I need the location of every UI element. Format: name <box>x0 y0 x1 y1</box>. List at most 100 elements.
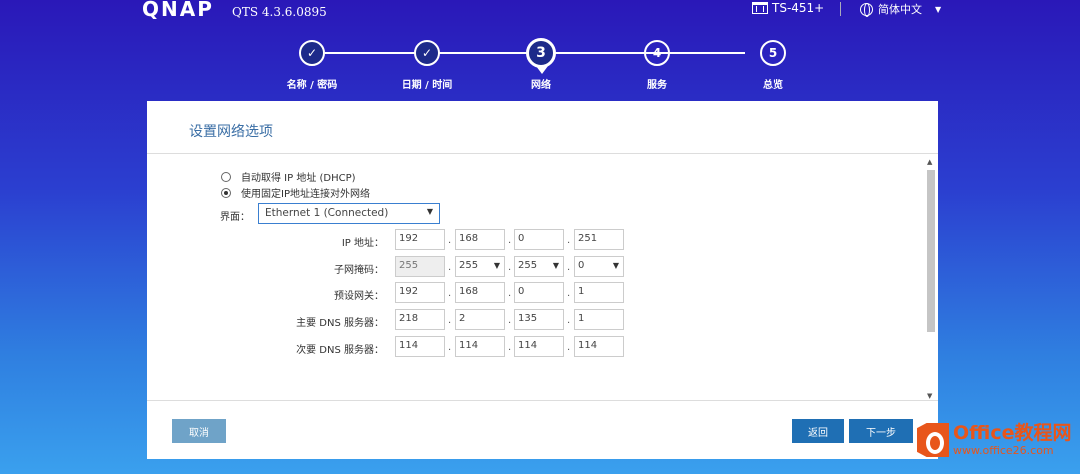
octet-value: 192 <box>399 233 419 244</box>
octet-input[interactable]: 192 <box>395 229 445 250</box>
octet-separator: . <box>567 342 571 353</box>
step-5-indicator: 5 <box>760 40 786 66</box>
octet-input[interactable]: 1 <box>574 282 624 303</box>
octet-input[interactable]: 135 <box>514 309 564 330</box>
octet-input[interactable]: 114 <box>395 336 445 357</box>
field-label-3: 预设网关： <box>334 291 384 302</box>
octet-input[interactable]: 168 <box>455 229 505 250</box>
octet-input[interactable]: 114 <box>455 336 505 357</box>
octet-select[interactable]: 255 ▼ <box>514 256 564 277</box>
interface-select-value: Ethernet 1 (Connected) <box>265 207 389 219</box>
interface-select[interactable]: Ethernet 1 (Connected) ▼ <box>258 203 440 224</box>
watermark: Office教程网 www.office26.com <box>917 423 1072 457</box>
octet-input[interactable]: 168 <box>455 282 505 303</box>
octet-value: 114 <box>578 340 598 351</box>
radio-static-option[interactable]: 使用固定IP地址连接对外网络 <box>221 185 370 200</box>
step-2-label: 日期 / 时间 <box>401 80 453 91</box>
octet-value: 255 <box>518 260 538 271</box>
octet-value: 1 <box>578 286 585 297</box>
octet-separator: . <box>448 235 452 246</box>
octet-separator: . <box>508 262 512 273</box>
octet-separator: . <box>508 315 512 326</box>
step-3-label: 网络 <box>531 80 551 91</box>
octet-separator: . <box>448 288 452 299</box>
octet-input[interactable]: 0 <box>514 229 564 250</box>
field-label-5: 次要 DNS 服务器： <box>296 345 384 356</box>
network-settings-content: 自动取得 IP 地址 (DHCP) 使用固定IP地址连接对外网络 界面： Eth… <box>147 154 938 400</box>
octet-value: 218 <box>399 313 419 324</box>
nas-icon <box>752 2 768 14</box>
scroll-thumb[interactable] <box>927 170 935 332</box>
octet-value: 168 <box>459 286 479 297</box>
chevron-down-icon: ▼ <box>552 261 559 270</box>
octet-input[interactable]: 2 <box>455 309 505 330</box>
octet-separator: . <box>508 288 512 299</box>
step-5-label: 总览 <box>763 80 783 91</box>
cancel-button[interactable]: 取消 <box>172 419 226 443</box>
octet-value: 114 <box>459 340 479 351</box>
back-button[interactable]: 返回 <box>792 419 844 443</box>
octet-separator: . <box>567 262 571 273</box>
chevron-down-icon: ▼ <box>426 207 433 216</box>
step-1-label: 名称 / 密码 <box>286 80 338 91</box>
octet-value: 1 <box>578 313 585 324</box>
octet-value: 0 <box>578 260 585 271</box>
radio-static-label: 使用固定IP地址连接对外网络 <box>241 189 370 200</box>
octet-separator: . <box>448 315 452 326</box>
octet-value: 255 <box>399 260 419 271</box>
caret-down-icon: ▼ <box>935 4 942 14</box>
octet-value: 255 <box>459 260 479 271</box>
octet-input[interactable]: 0 <box>514 282 564 303</box>
radio-dhcp[interactable] <box>221 171 231 182</box>
octet-input[interactable]: 1 <box>574 309 624 330</box>
language-label: 简体中文 <box>878 3 922 16</box>
octet-separator: . <box>567 235 571 246</box>
firmware-version: QTS 4.3.6.0895 <box>232 5 327 19</box>
vertical-scrollbar[interactable]: ▲ ▼ <box>926 158 936 400</box>
octet-input[interactable]: 218 <box>395 309 445 330</box>
field-label-4: 主要 DNS 服务器： <box>296 318 384 329</box>
octet-value: 114 <box>399 340 419 351</box>
language-selector[interactable]: 简体中文 ▼ <box>860 1 941 17</box>
octet-value: 0 <box>518 233 525 244</box>
scroll-down-icon[interactable]: ▼ <box>927 392 932 400</box>
chevron-down-icon: ▼ <box>493 261 500 270</box>
octet-input[interactable]: 251 <box>574 229 624 250</box>
octet-separator: . <box>567 315 571 326</box>
octet-separator: . <box>508 235 512 246</box>
radio-dhcp-option[interactable]: 自动取得 IP 地址 (DHCP) <box>221 169 356 184</box>
octet-separator: . <box>508 342 512 353</box>
octet-value: 114 <box>518 340 538 351</box>
scroll-up-icon[interactable]: ▲ <box>927 158 932 166</box>
header-divider <box>840 2 841 16</box>
wizard-panel: 设置网络选项 自动取得 IP 地址 (DHCP) 使用固定IP地址连接对外网络 … <box>147 101 938 459</box>
step-4-indicator: 4 <box>644 40 670 66</box>
radio-static[interactable] <box>221 187 231 198</box>
octet-value: 135 <box>518 313 538 324</box>
octet-input[interactable]: 114 <box>514 336 564 357</box>
octet-input: 255 <box>395 256 445 277</box>
chevron-down-icon: ▼ <box>612 261 619 270</box>
qnap-logo: QNAP <box>142 0 214 21</box>
field-label-1: IP 地址： <box>341 238 384 249</box>
footer-divider <box>147 400 938 401</box>
octet-separator: . <box>567 288 571 299</box>
step-4-label: 服务 <box>647 80 667 91</box>
device-model: TS-451+ <box>752 1 824 15</box>
globe-icon <box>860 2 873 17</box>
octet-value: 2 <box>459 313 466 324</box>
octet-input[interactable]: 114 <box>574 336 624 357</box>
field-label-2: 子网掩码： <box>334 265 384 276</box>
step-1-indicator: ✓ <box>299 40 325 66</box>
watermark-title: Office教程网 <box>953 422 1072 444</box>
octet-separator: . <box>448 262 452 273</box>
octet-value: 0 <box>518 286 525 297</box>
step-2-indicator: ✓ <box>414 40 440 66</box>
panel-title: 设置网络选项 <box>189 124 273 140</box>
octet-select[interactable]: 255 ▼ <box>455 256 505 277</box>
octet-value: 192 <box>399 286 419 297</box>
octet-select[interactable]: 0 ▼ <box>574 256 624 277</box>
octet-separator: . <box>448 342 452 353</box>
octet-input[interactable]: 192 <box>395 282 445 303</box>
next-button[interactable]: 下一步 <box>849 419 913 443</box>
